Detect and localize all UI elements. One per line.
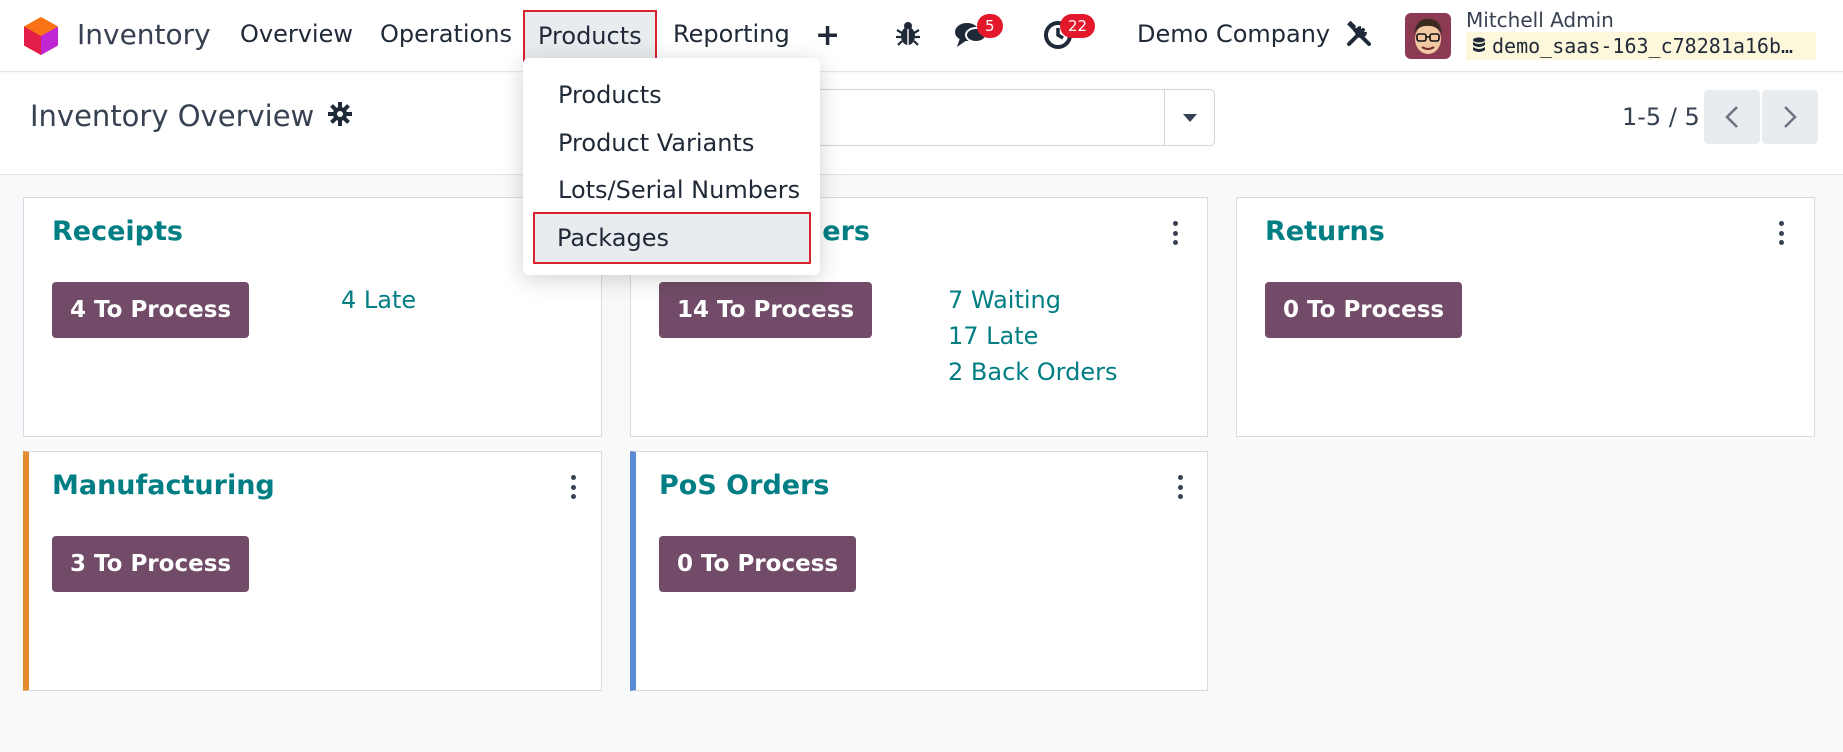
kebab-icon[interactable] [1175, 475, 1185, 499]
late-link[interactable]: 4 Late [341, 286, 416, 314]
card-title[interactable]: Returns [1265, 216, 1385, 247]
menu-overview[interactable]: Overview [240, 20, 353, 48]
card-pos-orders: PoS Orders 0 To Process [630, 451, 1208, 691]
app-name[interactable]: Inventory [77, 18, 211, 51]
chevron-right-icon [1784, 106, 1797, 128]
menu-reporting[interactable]: Reporting [673, 20, 790, 48]
menu-item-lots-serial-numbers[interactable]: Lots/Serial Numbers [558, 176, 800, 204]
to-process-button[interactable]: 4 To Process [52, 282, 250, 338]
to-process-button[interactable]: 0 To Process [659, 536, 857, 592]
debug-icon[interactable] [895, 20, 921, 48]
card-receipts: Receipts 4 To Process 4 Late [23, 197, 602, 437]
waiting-link[interactable]: 7 Waiting [948, 286, 1061, 314]
card-title[interactable]: Manufacturing [52, 470, 275, 501]
search-options-toggle[interactable] [1164, 90, 1214, 145]
menu-item-products[interactable]: Products [558, 81, 662, 109]
pager-next-button[interactable] [1762, 90, 1818, 144]
user-name[interactable]: Mitchell Admin [1466, 8, 1614, 32]
activities-badge: 22 [1060, 14, 1096, 38]
app-logo-icon[interactable] [22, 16, 60, 56]
card-manufacturing: Manufacturing 3 To Process [23, 451, 602, 691]
menu-operations[interactable]: Operations [380, 20, 512, 48]
database-tag: demo_saas-163_c78281a16b… [1466, 32, 1816, 60]
messages-badge: 5 [977, 14, 1003, 38]
database-name: demo_saas-163_c78281a16b… [1492, 34, 1794, 58]
menu-products[interactable]: Products [523, 10, 657, 62]
kebab-icon[interactable] [568, 475, 578, 499]
card-title[interactable]: Receipts [52, 216, 183, 247]
card-returns: Returns 0 To Process [1236, 197, 1815, 437]
kebab-icon[interactable] [1776, 221, 1786, 245]
plus-icon[interactable]: + [815, 18, 840, 53]
caret-down-icon [1182, 113, 1197, 122]
top-navbar: Inventory Overview Operations Products R… [0, 0, 1843, 72]
kebab-icon[interactable] [1170, 221, 1180, 245]
database-icon [1473, 37, 1485, 52]
page-title-text: Inventory Overview [30, 99, 315, 133]
user-avatar[interactable] [1405, 13, 1451, 59]
gear-icon[interactable] [328, 99, 353, 133]
tools-icon[interactable] [1345, 20, 1373, 48]
search-bar[interactable] [760, 89, 1215, 146]
chevron-left-icon [1725, 106, 1738, 128]
to-process-button[interactable]: 0 To Process [1265, 282, 1463, 338]
back-orders-link[interactable]: 2 Back Orders [948, 358, 1118, 386]
late-link[interactable]: 17 Late [948, 322, 1038, 350]
card-title[interactable]: lers [813, 216, 870, 247]
menu-item-packages[interactable]: Packages [533, 212, 811, 264]
company-switcher[interactable]: Demo Company [1137, 20, 1330, 48]
menu-item-product-variants[interactable]: Product Variants [558, 129, 754, 157]
pager-previous-button[interactable] [1704, 90, 1760, 144]
pager-value[interactable]: 1-5 / 5 [1622, 103, 1700, 131]
to-process-button[interactable]: 14 To Process [659, 282, 873, 338]
products-dropdown-menu: Products Product Variants Lots/Serial Nu… [523, 58, 820, 275]
to-process-button[interactable]: 3 To Process [52, 536, 250, 592]
card-title[interactable]: PoS Orders [659, 470, 829, 501]
page-title: Inventory Overview [30, 99, 353, 133]
control-panel: Inventory Overview 1-5 / 5 [0, 73, 1843, 175]
